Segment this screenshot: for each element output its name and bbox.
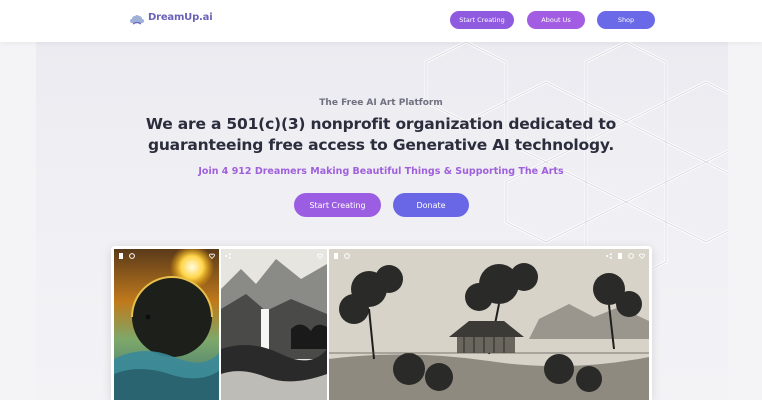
remix-icon[interactable] [628,253,634,259]
ink-pagoda-artwork [329,249,649,400]
gallery-image-ink-pagoda[interactable] [329,249,649,400]
copy-icon[interactable] [118,253,124,259]
remix-icon[interactable] [344,253,350,259]
nav-shop-button[interactable]: Shop [597,11,655,29]
copy-icon[interactable] [617,253,623,259]
ink-waterfall-artwork [221,249,327,400]
nav-start-creating-button[interactable]: Start Creating [450,11,514,29]
hero-kicker: The Free AI Art Platform [319,98,443,108]
top-navigation-bar: DreamUp.ai Start Creating About Us Shop [0,0,762,42]
brand-name: DreamUp.ai [148,11,213,23]
heart-icon[interactable] [209,253,215,259]
hero-subline: Join 4 912 Dreamers Making Beautiful Thi… [198,166,564,177]
nav-about-us-button[interactable]: About Us [527,11,585,29]
image-gallery [111,246,652,400]
hero-headline: We are a 501(c)(3) nonprofit organizatio… [145,115,617,154]
eclipse-artwork [114,249,219,400]
gallery-image-ink-waterfall[interactable] [221,249,327,400]
remix-icon[interactable] [129,253,135,259]
brand-logo[interactable]: DreamUp.ai [130,11,213,25]
copy-icon[interactable] [333,253,339,259]
heart-icon[interactable] [639,253,645,259]
donate-button[interactable]: Donate [393,193,469,217]
start-creating-button[interactable]: Start Creating [294,193,381,217]
share-icon[interactable] [606,253,612,259]
heart-icon[interactable] [317,253,323,259]
cloud-logo-icon [130,11,144,25]
gallery-image-eclipse[interactable] [114,249,219,400]
share-icon[interactable] [225,253,231,259]
